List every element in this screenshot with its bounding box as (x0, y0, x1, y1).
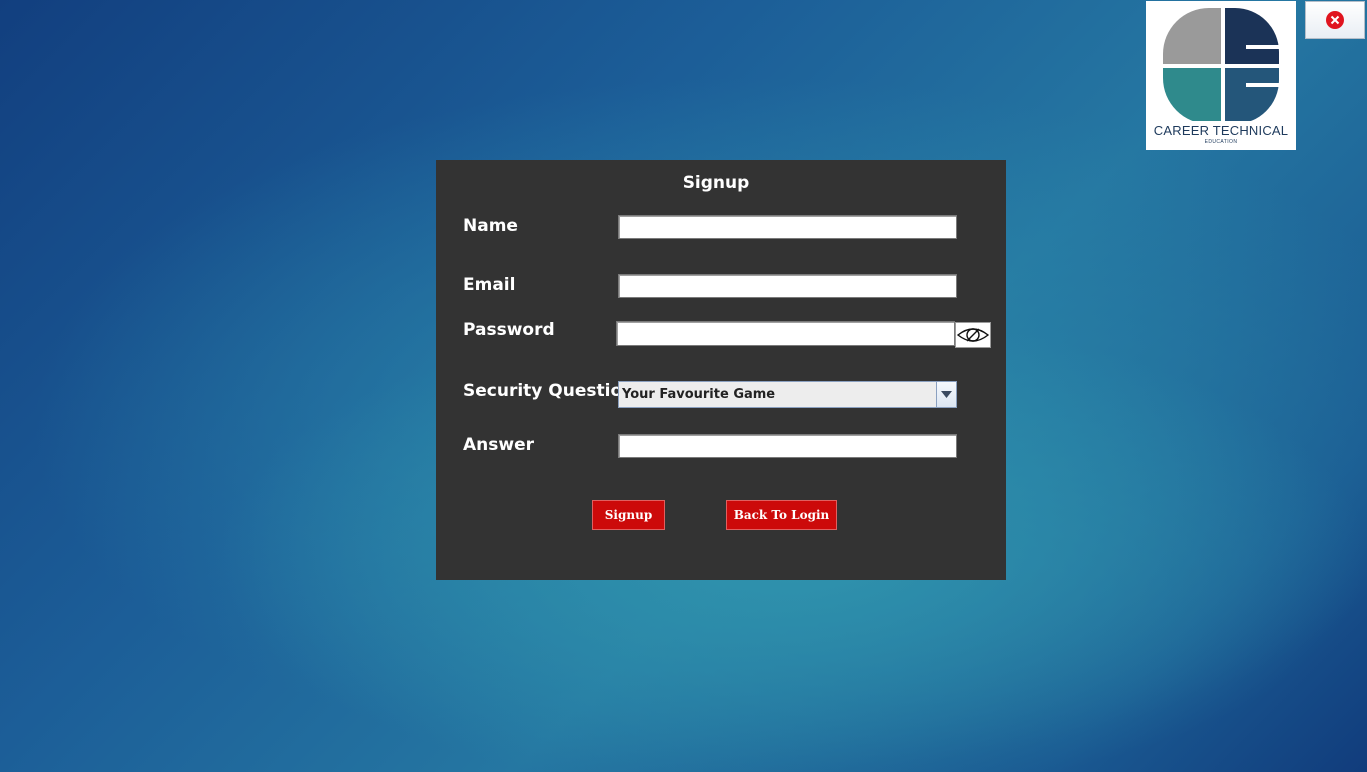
security-question-select[interactable]: Your Favourite Game (618, 381, 957, 408)
signup-title: Signup (682, 173, 750, 193)
security-question-label: Security Question (463, 381, 635, 401)
password-visibility-toggle[interactable] (955, 322, 991, 348)
chevron-down-icon[interactable] (936, 382, 956, 407)
close-icon (1325, 10, 1345, 30)
security-question-value: Your Favourite Game (622, 387, 776, 402)
password-input[interactable] (616, 321, 955, 346)
answer-input[interactable] (618, 434, 957, 458)
logo: CAREER TECHNICAL EDUCATION (1146, 1, 1296, 150)
name-input[interactable] (618, 215, 957, 239)
logo-mark-icon (1146, 1, 1296, 121)
email-input[interactable] (618, 274, 957, 298)
logo-title: CAREER TECHNICAL (1153, 123, 1289, 138)
email-label: Email (463, 275, 516, 295)
answer-label: Answer (463, 435, 534, 455)
name-label: Name (463, 216, 518, 236)
signup-button[interactable]: Signup (592, 500, 665, 530)
back-to-login-button[interactable]: Back To Login (726, 500, 837, 530)
logo-subtitle: EDUCATION (1204, 139, 1238, 145)
password-label: Password (463, 320, 555, 340)
eye-slash-icon (956, 324, 990, 346)
close-button[interactable] (1305, 1, 1365, 39)
